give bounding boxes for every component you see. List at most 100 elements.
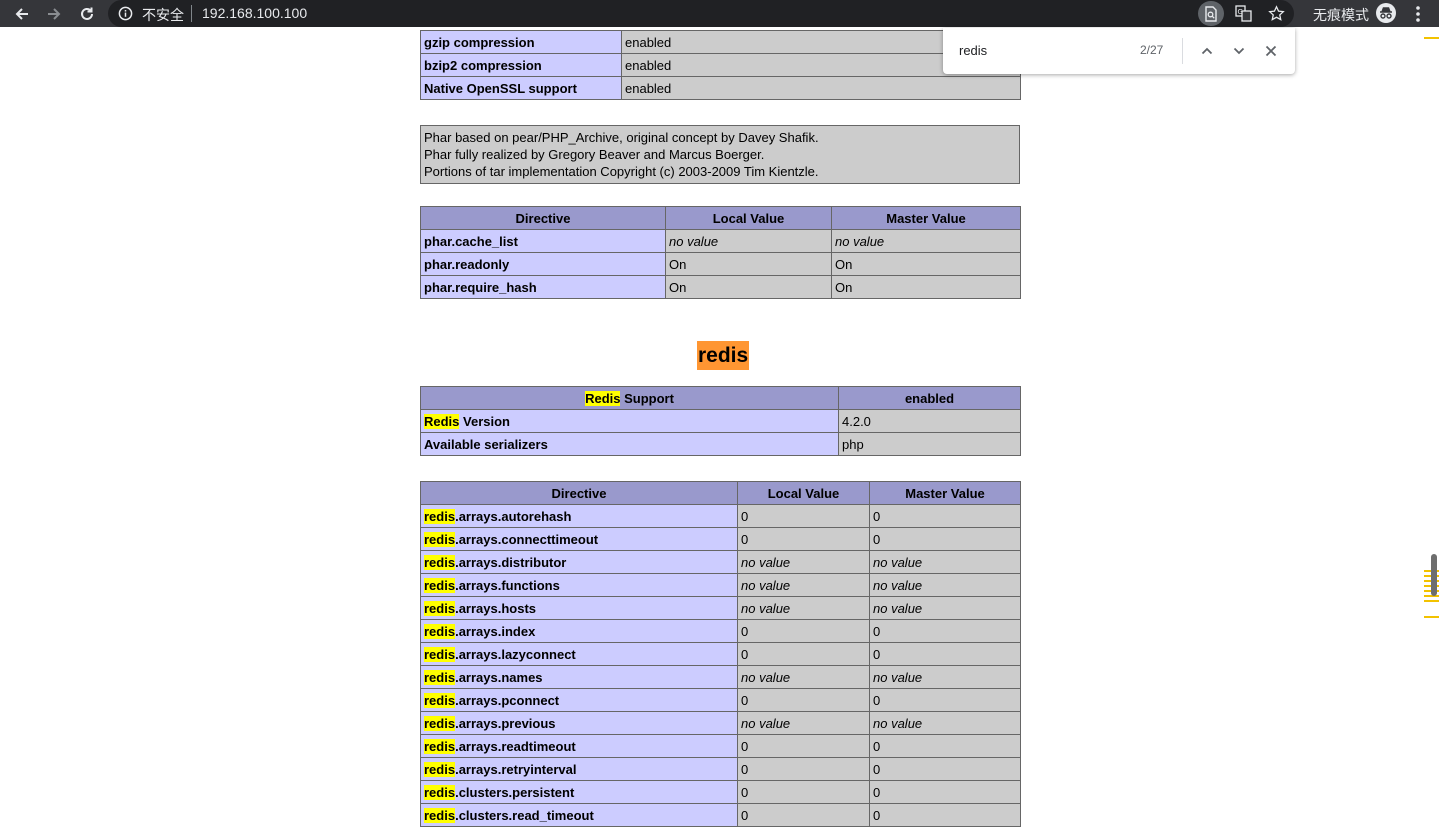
redis-directives-table: Directive Local Value Master Value redis…: [420, 481, 1021, 827]
search-match: Redis: [424, 413, 460, 429]
more-vert-icon[interactable]: [1413, 4, 1423, 27]
table-row: gzip compression enabled: [420, 30, 1021, 54]
scrollbar-match-marker: [1424, 616, 1439, 618]
directive-name: redis.arrays.names: [420, 665, 738, 689]
row-name-text: Available serializers: [424, 436, 548, 452]
header-text: Support: [620, 390, 674, 406]
row-value-text: no value: [669, 233, 719, 249]
row-name: gzip compression: [420, 30, 622, 54]
directive-name: redis.arrays.index: [420, 619, 738, 643]
redis-section-title[interactable]: redis: [697, 341, 750, 370]
directive-name: redis.clusters.persistent: [420, 780, 738, 804]
page-scrollbar[interactable]: [1424, 27, 1439, 833]
directive-name: redis.arrays.connecttimeout: [420, 527, 738, 551]
table-row: phar.readonly On On: [420, 252, 1021, 276]
table-row: Available serializers php: [420, 432, 1021, 456]
directive-name: phar.require_hash: [420, 275, 666, 299]
table-row: redis.arrays.names no value no value: [420, 665, 1021, 689]
translate-icon[interactable]: G: [1235, 5, 1252, 25]
phar-support-table: gzip compression enabled bzip2 compression…: [420, 30, 1021, 100]
table-row: redis.arrays.lazyconnect 0 0: [420, 642, 1021, 666]
row-value: 0: [737, 757, 870, 781]
scrollbar-thumb[interactable]: [1431, 554, 1437, 596]
forward-arrow-icon[interactable]: [44, 0, 64, 27]
table-row: redis.clusters.persistent 0 0: [420, 780, 1021, 804]
table-row: redis.arrays.hosts no value no value: [420, 596, 1021, 620]
row-value: no value: [831, 229, 1021, 253]
row-value: 0: [737, 780, 870, 804]
info-icon[interactable]: [118, 6, 133, 24]
directive-name-text: .arrays.names: [455, 669, 543, 685]
find-in-page-icon[interactable]: [1198, 1, 1224, 26]
search-match: Redis: [585, 390, 621, 406]
row-value: 0: [869, 642, 1021, 666]
scrollbar-match-marker: [1424, 37, 1439, 39]
star-icon[interactable]: [1268, 5, 1285, 25]
row-name: bzip2 compression: [420, 53, 622, 77]
phar-directives-table: Directive Local Value Master Value phar.…: [420, 206, 1021, 299]
search-match: redis: [424, 807, 456, 823]
directive-name: redis.arrays.retryinterval: [420, 757, 738, 781]
table-row: redis.arrays.retryinterval 0 0: [420, 757, 1021, 781]
chevron-down-icon[interactable]: [1228, 40, 1250, 62]
find-bar: redis 2/27: [943, 28, 1295, 74]
incognito-icon[interactable]: [1376, 3, 1396, 23]
row-value: 0: [869, 803, 1021, 827]
row-value: no value: [737, 550, 870, 574]
row-value: no value: [869, 596, 1021, 620]
row-value: 4.2.0: [838, 409, 1021, 433]
find-input[interactable]: redis: [959, 43, 987, 58]
row-value-text: no value: [741, 669, 791, 685]
table-row: redis.arrays.distributor no value no value: [420, 550, 1021, 574]
directive-name-text: .arrays.hosts: [455, 600, 537, 616]
table-row: redis.arrays.connecttimeout 0 0: [420, 527, 1021, 551]
directive-name: redis.arrays.autorehash: [420, 504, 738, 528]
search-match: redis: [424, 577, 456, 593]
find-divider: [1182, 38, 1183, 64]
row-value: enabled: [621, 76, 1021, 100]
column-header: Master Value: [869, 481, 1021, 505]
table-row: bzip2 compression enabled: [420, 53, 1021, 77]
row-value: 0: [869, 780, 1021, 804]
table-row: redis.arrays.previous no value no value: [420, 711, 1021, 735]
close-icon[interactable]: [1260, 40, 1282, 62]
directive-name: redis.arrays.functions: [420, 573, 738, 597]
redis-support-table: Redis Support enabled Redis Version 4.2.…: [420, 386, 1021, 456]
redis-support-header: Redis Support: [420, 386, 839, 410]
row-value: On: [831, 275, 1021, 299]
url-text[interactable]: 192.168.100.100: [202, 5, 307, 21]
search-match: redis: [424, 623, 456, 639]
row-value-text: no value: [873, 600, 923, 616]
table-row: phar.cache_list no value no value: [420, 229, 1021, 253]
credit-line: Phar based on pear/PHP_Archive, original…: [424, 130, 819, 145]
browser-toolbar: 不安全 192.168.100.100 G 无痕模式: [0, 0, 1439, 27]
row-value-text: no value: [873, 577, 923, 593]
credit-line: Portions of tar implementation Copyright…: [424, 164, 819, 179]
row-value-text: no value: [741, 577, 791, 593]
directive-name-text: .clusters.persistent: [455, 784, 575, 800]
address-divider: [191, 5, 192, 22]
directive-name-text: .arrays.retryinterval: [455, 761, 577, 777]
row-value: no value: [737, 711, 870, 735]
phar-credits: Phar based on pear/PHP_Archive, original…: [420, 125, 1020, 184]
chevron-up-icon[interactable]: [1196, 40, 1218, 62]
security-label: 不安全: [142, 7, 184, 23]
table-row: Redis Version 4.2.0: [420, 409, 1021, 433]
table-row: redis.arrays.readtimeout 0 0: [420, 734, 1021, 758]
column-header: Master Value: [831, 206, 1021, 230]
row-value: no value: [869, 550, 1021, 574]
row-value-text: no value: [741, 600, 791, 616]
row-name: Available serializers: [420, 432, 839, 456]
search-match: redis: [424, 784, 456, 800]
column-header: Local Value: [737, 481, 870, 505]
address-bar[interactable]: 不安全 192.168.100.100 G: [108, 0, 1294, 27]
row-name-text: Version: [459, 413, 510, 429]
search-match: redis: [424, 669, 456, 685]
search-match: redis: [424, 761, 456, 777]
back-arrow-icon[interactable]: [12, 0, 32, 27]
reload-icon[interactable]: [77, 0, 97, 27]
row-value: 0: [737, 504, 870, 528]
search-match: redis: [424, 554, 456, 570]
row-value: 0: [737, 734, 870, 758]
directive-name-text: .arrays.autorehash: [455, 508, 572, 524]
